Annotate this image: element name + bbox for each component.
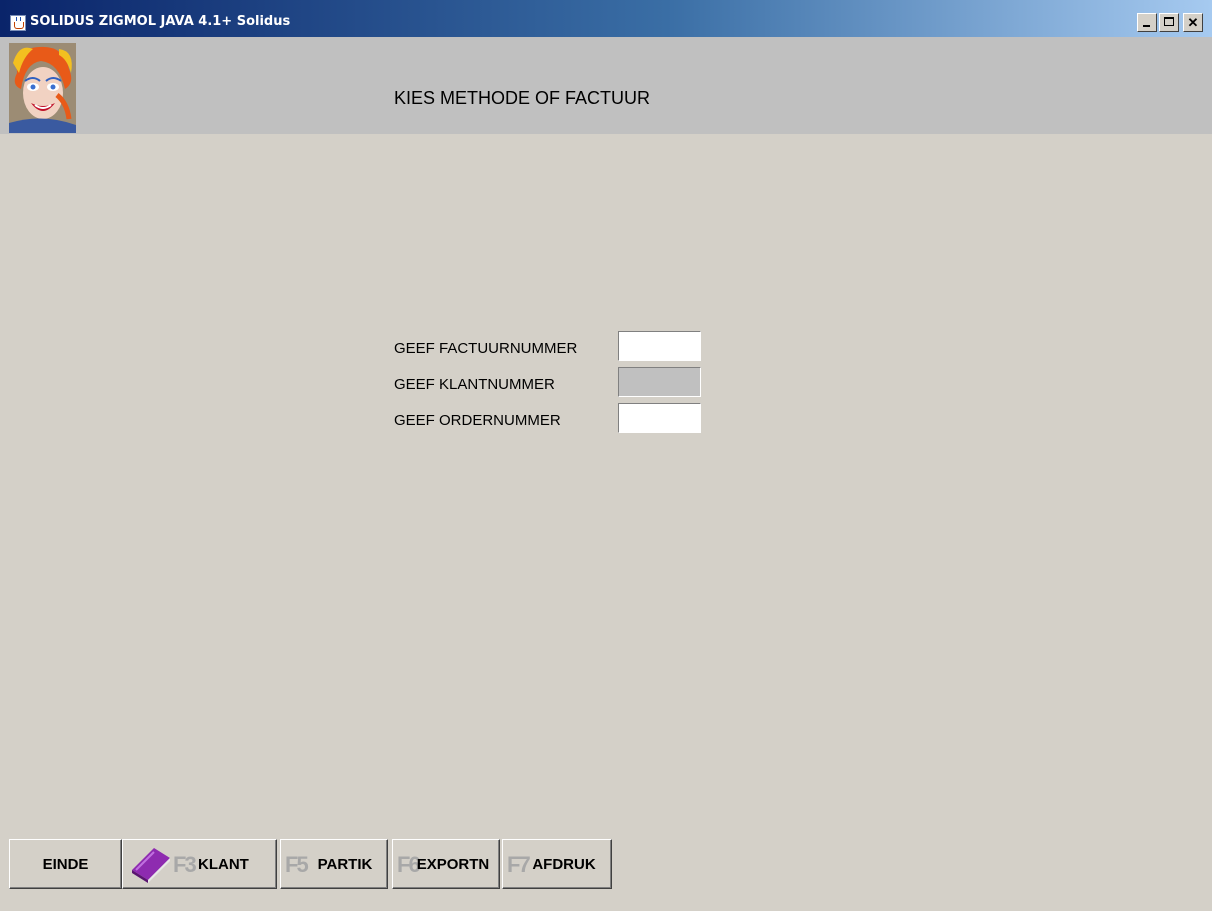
partik-label: PARTIK: [317, 855, 373, 873]
invoice-number-label: GEEF FACTUURNUMMER: [394, 340, 578, 357]
order-number-input[interactable]: [618, 403, 701, 433]
einde-button[interactable]: EINDE: [9, 839, 122, 889]
customer-number-label: GEEF KLANTNUMMER: [394, 376, 555, 393]
order-number-label: GEEF ORDERNUMMER: [394, 412, 561, 429]
maximize-icon: [1164, 17, 1174, 26]
klant-button[interactable]: F3 KLANT: [122, 839, 277, 889]
afdruk-button[interactable]: F7 AFDRUK: [502, 839, 612, 889]
window-title: SOLIDUS ZIGMOL JAVA 4.1+ Solidus: [30, 14, 291, 29]
header-band: [0, 37, 1212, 134]
minimize-icon: [1143, 25, 1150, 27]
close-button[interactable]: ✕: [1183, 13, 1203, 32]
java-cup-icon[interactable]: [10, 15, 26, 31]
f3-key-icon: F3: [173, 852, 197, 877]
page-title: KIES METHODE OF FACTUUR: [394, 88, 651, 108]
book-icon: [132, 848, 170, 883]
exportn-label: EXPORTN: [416, 855, 490, 873]
afdruk-label: AFDRUK: [532, 855, 596, 873]
f6-key-icon: F6: [397, 852, 421, 877]
window-title-bar[interactable]: SOLIDUS ZIGMOL JAVA 4.1+ Solidus ✕: [0, 0, 1212, 37]
avatar: [9, 43, 76, 133]
klant-label: KLANT: [198, 855, 249, 873]
customer-number-input[interactable]: [618, 367, 701, 397]
maximize-button[interactable]: [1159, 13, 1179, 32]
einde-label: EINDE: [42, 855, 89, 873]
partik-button[interactable]: F5 PARTIK: [280, 839, 388, 889]
close-icon: ✕: [1187, 15, 1199, 30]
f5-key-icon: F5: [285, 852, 309, 877]
invoice-number-input[interactable]: [618, 331, 701, 361]
f7-key-icon: F7: [507, 852, 531, 877]
minimize-button[interactable]: [1137, 13, 1157, 32]
exportn-button[interactable]: F6 EXPORTN: [392, 839, 500, 889]
